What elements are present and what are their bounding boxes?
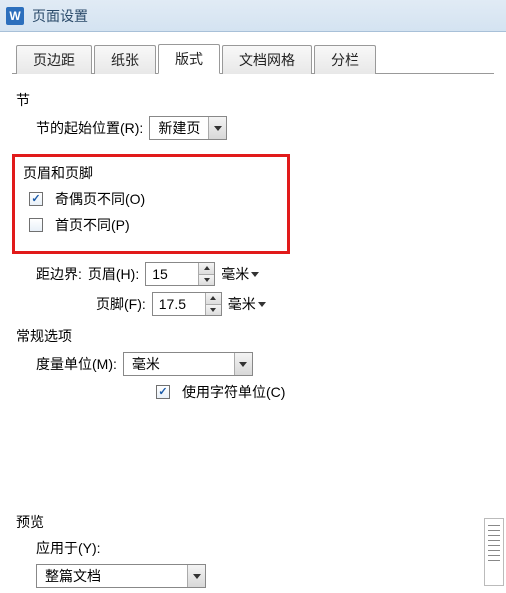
header-footer-heading: 页眉和页脚 — [23, 163, 277, 183]
dropdown-icon — [187, 565, 205, 587]
footer-unit-text: 毫米 — [228, 294, 256, 314]
section-start-label: 节的起始位置(R): — [36, 118, 143, 138]
char-unit-label: 使用字符单位(C) — [182, 382, 285, 402]
footer-value-input[interactable] — [153, 293, 205, 315]
unit-value: 毫米 — [124, 354, 234, 374]
spin-down-icon[interactable] — [199, 275, 214, 286]
section-heading: 节 — [16, 90, 490, 110]
preview-thumbnail — [484, 518, 504, 586]
unit-label: 度量单位(M): — [36, 354, 117, 374]
footer-label: 页脚(F): — [96, 294, 146, 314]
dropdown-icon — [208, 117, 226, 139]
spin-down-icon[interactable] — [206, 305, 221, 316]
highlight-box: 页眉和页脚 奇偶页不同(O) 首页不同(P) — [12, 154, 290, 254]
chevron-down-icon — [258, 302, 266, 307]
tab-margins[interactable]: 页边距 — [16, 45, 92, 74]
tabbar: 页边距 纸张 版式 文档网格 分栏 — [12, 46, 494, 74]
section-start-select[interactable]: 新建页 — [149, 116, 227, 140]
apply-value: 整篇文档 — [37, 566, 187, 586]
footer-spinner[interactable] — [152, 292, 222, 316]
odd-even-checkbox[interactable] — [29, 192, 43, 206]
spin-up-icon[interactable] — [206, 293, 221, 305]
header-unit-text: 毫米 — [221, 264, 249, 284]
chevron-down-icon — [251, 272, 259, 277]
footer-unit-dropdown[interactable]: 毫米 — [228, 294, 266, 314]
first-page-checkbox[interactable] — [29, 218, 43, 232]
header-value-input[interactable] — [146, 263, 198, 285]
tab-columns[interactable]: 分栏 — [314, 45, 376, 74]
header-spinner[interactable] — [145, 262, 215, 286]
section-start-value: 新建页 — [150, 118, 208, 138]
apply-label: 应用于(Y): — [36, 538, 101, 558]
spin-up-icon[interactable] — [199, 263, 214, 275]
preview-heading: 预览 — [16, 512, 490, 532]
odd-even-label: 奇偶页不同(O) — [55, 189, 145, 209]
first-page-label: 首页不同(P) — [55, 215, 130, 235]
unit-select[interactable]: 毫米 — [123, 352, 253, 376]
titlebar: W 页面设置 — [0, 0, 506, 32]
dropdown-icon — [234, 353, 252, 375]
header-unit-dropdown[interactable]: 毫米 — [221, 264, 259, 284]
tab-paper[interactable]: 纸张 — [94, 45, 156, 74]
apply-select[interactable]: 整篇文档 — [36, 564, 206, 588]
window-title: 页面设置 — [32, 6, 88, 26]
char-unit-checkbox[interactable] — [156, 385, 170, 399]
app-icon: W — [6, 7, 24, 25]
dialog-content: 页边距 纸张 版式 文档网格 分栏 节 节的起始位置(R): 新建页 页眉和页脚… — [0, 32, 506, 588]
tab-grid[interactable]: 文档网格 — [222, 45, 312, 74]
header-label: 页眉(H): — [88, 264, 139, 284]
general-heading: 常规选项 — [16, 326, 490, 346]
tab-layout[interactable]: 版式 — [158, 44, 220, 74]
distance-label: 距边界: — [36, 264, 82, 284]
